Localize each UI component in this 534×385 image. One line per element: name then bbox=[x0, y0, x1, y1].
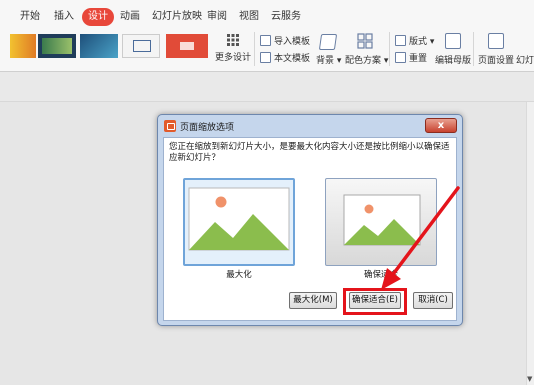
annotation-arrow bbox=[381, 186, 460, 290]
presentation-app: 开始 插入 设计 动画 幻灯片放映 审阅 视图 云服务 更多设计 导入模板 本文… bbox=[0, 0, 534, 385]
